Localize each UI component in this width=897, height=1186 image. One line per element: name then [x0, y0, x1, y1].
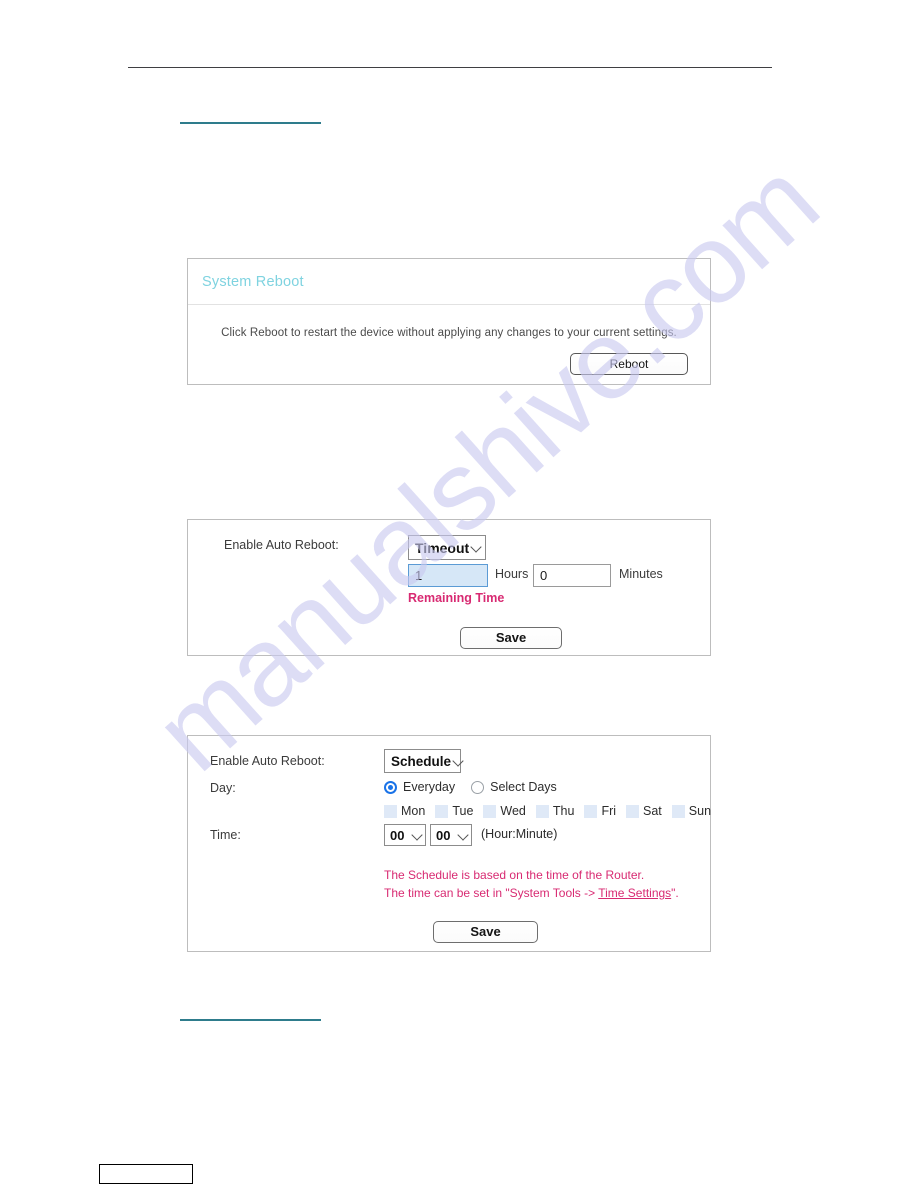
checkbox-mon[interactable] — [384, 804, 397, 818]
day-item-tue: Tue — [435, 804, 473, 818]
checkbox-sat[interactable] — [626, 804, 640, 818]
schedule-note-suffix: ". — [671, 886, 679, 900]
chevron-down-icon — [412, 830, 423, 841]
auto-reboot-mode-select-schedule[interactable]: Schedule — [384, 749, 461, 773]
minute-select-value: 00 — [436, 827, 451, 843]
checkbox-sun[interactable] — [671, 804, 685, 818]
day-item-fri: Fri — [584, 804, 616, 818]
day-label-thu: Thu — [552, 804, 575, 818]
watermark-text: manualshive.com — [131, 138, 841, 795]
day-item-sat: Sat — [626, 804, 662, 818]
hour-minute-hint: (Hour:Minute) — [481, 827, 558, 841]
auto-reboot-timeout-body: Enable Auto Reboot: Timeout Hours Minute… — [188, 520, 710, 655]
radio-everyday[interactable] — [384, 780, 397, 794]
day-label-wed: Wed — [500, 804, 526, 818]
minute-select[interactable]: 00 — [430, 824, 472, 846]
day-mode-radio-group: Everyday Select Days — [384, 780, 557, 794]
day-checkbox-row: Mon Tue Wed Thu Fri Sat Sun — [384, 804, 711, 818]
checkbox-tue[interactable] — [435, 804, 449, 818]
auto-reboot-mode-select[interactable]: Timeout — [408, 535, 486, 560]
system-reboot-panel-header: System Reboot — [188, 259, 710, 305]
minutes-unit-label: Minutes — [619, 567, 663, 581]
day-item-thu: Thu — [535, 804, 575, 818]
day-label-mon: Mon — [401, 804, 426, 818]
page-title: System Reboot — [202, 273, 304, 290]
day-item-mon: Mon — [384, 804, 425, 818]
day-item-sun: Sun — [671, 804, 712, 818]
chevron-down-icon — [458, 830, 469, 841]
time-label: Time: — [210, 828, 241, 842]
minutes-input[interactable] — [533, 564, 611, 587]
top-link-underline[interactable] — [180, 122, 321, 124]
hours-input[interactable] — [408, 564, 488, 587]
checkbox-wed[interactable] — [483, 804, 497, 818]
checkbox-fri[interactable] — [584, 804, 598, 818]
schedule-note-prefix: The time can be set in "System Tools -> — [384, 886, 599, 900]
auto-reboot-timeout-panel: Enable Auto Reboot: Timeout Hours Minute… — [187, 519, 711, 656]
reboot-button[interactable]: Reboot — [570, 353, 688, 375]
hour-select-value: 00 — [390, 827, 405, 843]
radio-everyday-label: Everyday — [403, 780, 456, 794]
auto-reboot-mode-value: Timeout — [415, 539, 470, 556]
hour-select[interactable]: 00 — [384, 824, 426, 846]
auto-reboot-mode-value-schedule: Schedule — [391, 753, 452, 769]
chevron-down-icon — [453, 756, 464, 767]
system-reboot-panel-body: Click Reboot to restart the device witho… — [188, 305, 710, 384]
day-label: Day: — [210, 781, 236, 795]
day-label-fri: Fri — [601, 804, 617, 818]
save-button-schedule[interactable]: Save — [433, 921, 538, 943]
hours-unit-label: Hours — [495, 567, 529, 581]
radio-select-days[interactable] — [471, 780, 485, 794]
day-label-tue: Tue — [452, 804, 474, 818]
auto-reboot-schedule-panel: Enable Auto Reboot: Schedule Day: Everyd… — [187, 735, 711, 952]
footer-box — [99, 1164, 193, 1184]
radio-select-days-label: Select Days — [490, 780, 557, 794]
enable-auto-reboot-label: Enable Auto Reboot: — [224, 538, 339, 552]
checkbox-thu[interactable] — [535, 804, 549, 818]
save-button[interactable]: Save — [460, 627, 562, 649]
reboot-description: Click Reboot to restart the device witho… — [221, 327, 677, 339]
chevron-down-icon — [471, 542, 482, 553]
day-item-wed: Wed — [483, 804, 526, 818]
day-label-sat: Sat — [643, 804, 662, 818]
time-settings-link[interactable]: Time Settings — [598, 886, 671, 900]
system-reboot-panel: System Reboot Click Reboot to restart th… — [187, 258, 711, 385]
auto-reboot-schedule-body: Enable Auto Reboot: Schedule Day: Everyd… — [188, 736, 711, 951]
schedule-note-line-2: The time can be set in "System Tools -> … — [384, 886, 679, 900]
remaining-time-label: Remaining Time — [408, 591, 505, 605]
schedule-note-line-1: The Schedule is based on the time of the… — [384, 868, 645, 882]
bottom-link-underline[interactable] — [180, 1019, 321, 1021]
enable-auto-reboot-label-schedule: Enable Auto Reboot: — [210, 754, 325, 768]
header-divider — [128, 67, 772, 68]
day-label-sun: Sun — [688, 804, 712, 818]
